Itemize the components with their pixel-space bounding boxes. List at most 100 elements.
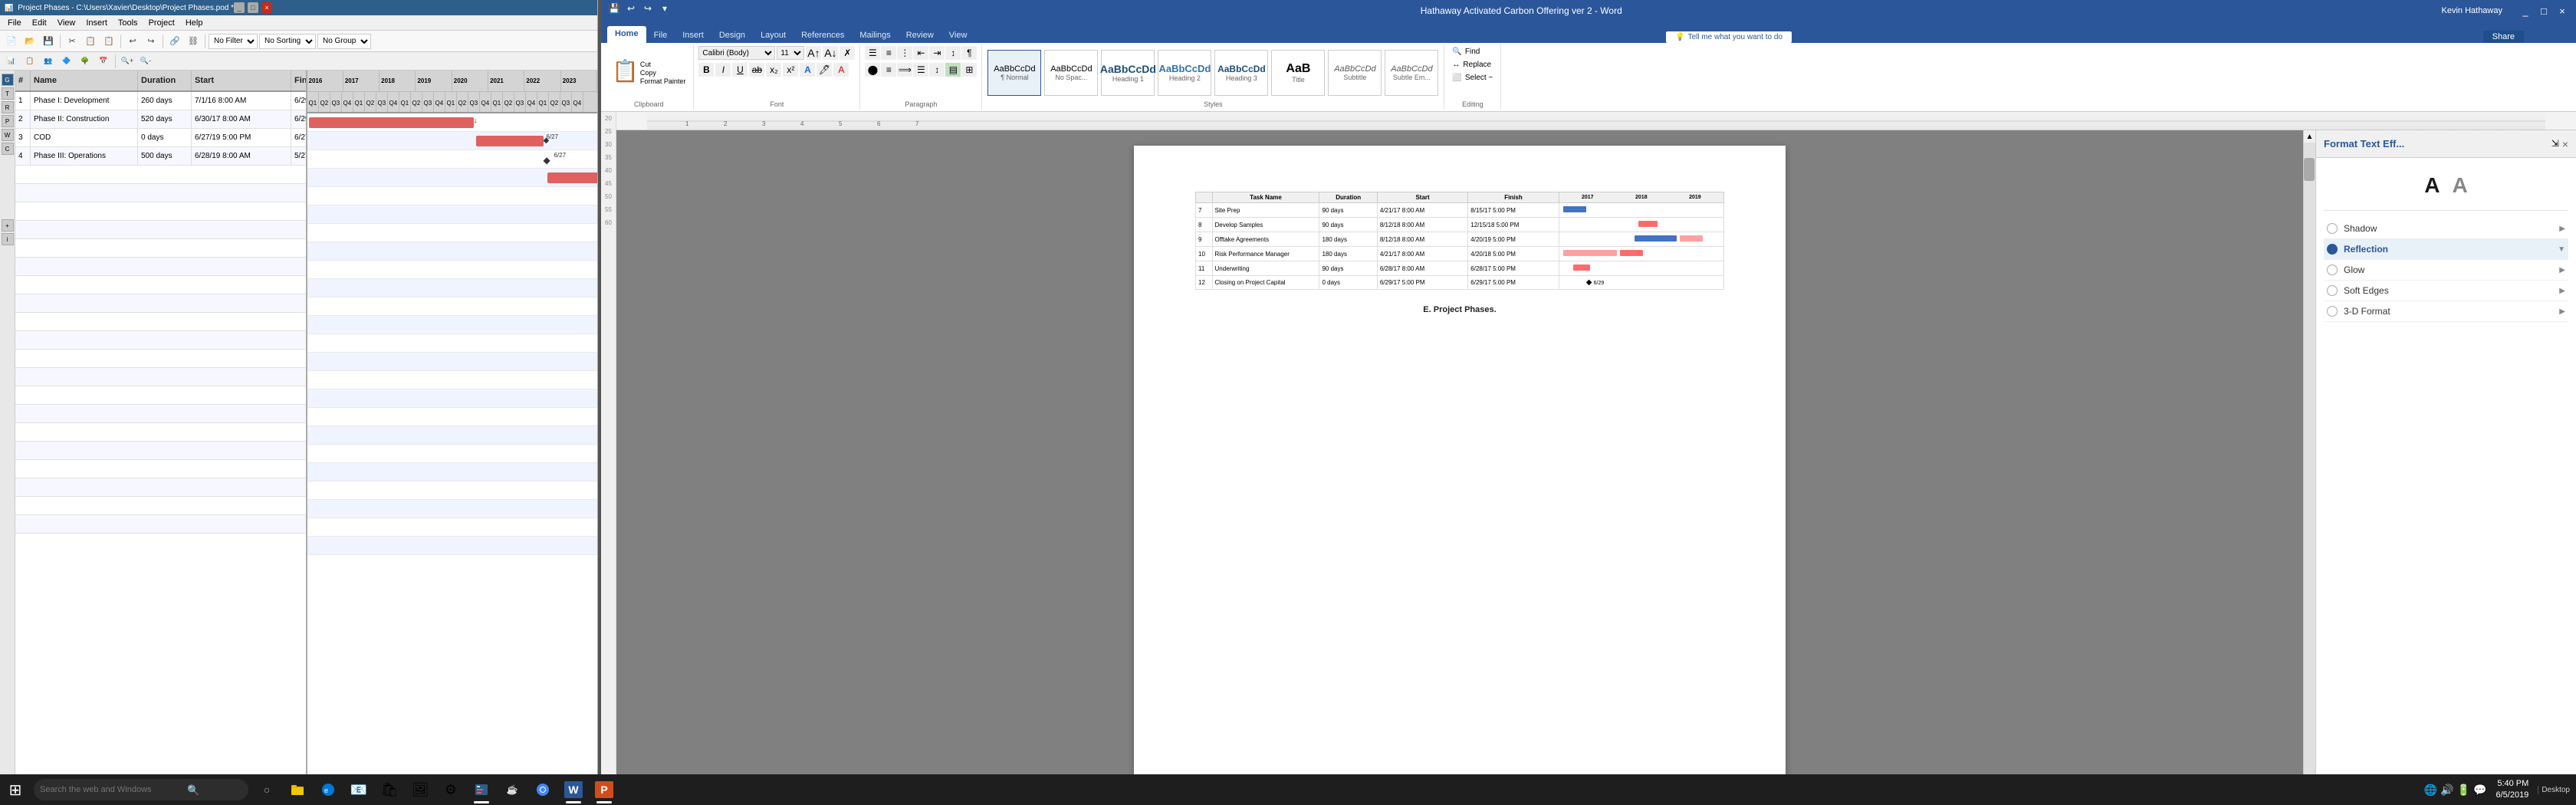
scroll-up-btn[interactable]: ▲ [2304, 130, 2315, 143]
sidebar-gantt-icon[interactable]: G [2, 74, 14, 86]
scroll-thumb[interactable] [2304, 158, 2315, 181]
taskbar-java[interactable]: ☕ [497, 774, 527, 805]
menu-tools[interactable]: Tools [113, 17, 143, 29]
undo-btn[interactable]: ↩ [124, 33, 141, 50]
taskbar-edge[interactable]: e [313, 774, 343, 805]
taskbar-openproj[interactable] [466, 774, 497, 805]
zoom-out-btn[interactable]: 🔍- [137, 53, 154, 70]
tell-me-box[interactable]: 💡 Tell me what you want to do [1666, 31, 1792, 43]
word-page-area[interactable]: Task Name Duration Start Finish 20172018… [616, 130, 2303, 790]
menu-view[interactable]: View [53, 17, 80, 29]
gantt-bar-1[interactable] [309, 117, 474, 128]
table-row[interactable]: 2 Phase II: Construction 520 days 6/30/1… [15, 110, 306, 129]
numbering-btn[interactable]: ≡ [881, 46, 896, 60]
view-task-btn[interactable]: 📋 [21, 53, 38, 70]
panel-divider[interactable] [598, 0, 601, 805]
gantt-bar-4[interactable] [547, 172, 598, 183]
view-pert-btn[interactable]: 🔷 [58, 53, 75, 70]
shrink-font-btn[interactable]: A↓ [823, 46, 838, 60]
copy-btn[interactable]: 📋 [82, 33, 99, 50]
shadow-expand-icon[interactable]: ▶ [2559, 225, 2565, 233]
menu-file[interactable]: File [3, 17, 26, 29]
tab-view[interactable]: View [941, 28, 975, 43]
qa-undo-btn[interactable]: ↩ [624, 2, 638, 15]
fte-close-btn[interactable]: × [2562, 138, 2568, 150]
sidebar-pert-icon[interactable]: P [2, 115, 14, 127]
taskbar-photos[interactable]: 🖼 [405, 774, 435, 805]
align-center-btn[interactable]: ≡ [881, 63, 896, 77]
sidebar-cal-icon[interactable]: C [2, 143, 14, 155]
copy-btn[interactable]: Copy [640, 69, 686, 77]
sidebar-info-icon[interactable]: i [2, 233, 14, 245]
fte-option-reflection[interactable]: Reflection ▼ [2324, 239, 2568, 260]
replace-button[interactable]: ↔ Replace [1449, 59, 1494, 71]
tab-home[interactable]: Home [607, 26, 646, 43]
taskbar-mail[interactable]: 📧 [343, 774, 374, 805]
shading-btn[interactable]: ▤ [945, 63, 961, 77]
increase-indent-btn[interactable]: ⇥ [929, 46, 945, 60]
maximize-btn[interactable]: □ [248, 2, 258, 13]
close-btn[interactable]: × [261, 2, 272, 13]
sort-btn[interactable]: ↕ [945, 46, 961, 60]
tray-network[interactable]: 🌐 [2424, 784, 2437, 797]
taskbar-settings[interactable]: ⚙ [435, 774, 466, 805]
fte-option-3d-format[interactable]: 3-D Format ▶ [2324, 301, 2568, 322]
3d-expand-icon[interactable]: ▶ [2559, 307, 2565, 316]
table-row[interactable]: 3 COD 0 days 6/27/19 5:00 PM 6/27/19 5:0… [15, 129, 306, 147]
tray-action-center[interactable]: 💬 [2473, 784, 2486, 797]
tray-battery[interactable]: 🔋 [2457, 784, 2470, 797]
subscript-btn[interactable]: x₂ [766, 63, 781, 77]
justify-btn[interactable]: ☰ [913, 63, 928, 77]
font-size-select[interactable]: 11 [777, 46, 804, 60]
tab-review[interactable]: Review [899, 28, 941, 43]
word-vscrollbar[interactable]: ▲ ▼ [2303, 130, 2315, 790]
table-row[interactable]: 4 Phase III: Operations 500 days 6/28/19… [15, 147, 306, 166]
bold-btn[interactable]: B [698, 63, 714, 77]
taskbar-cortana[interactable]: ○ [251, 774, 282, 805]
multilevel-list-btn[interactable]: ⋮ [897, 46, 912, 60]
clear-format-btn[interactable]: ✗ [840, 46, 855, 60]
text-effect-btn[interactable]: A [800, 63, 815, 77]
fte-option-shadow[interactable]: Shadow ▶ [2324, 219, 2568, 239]
tray-volume[interactable]: 🔊 [2440, 784, 2453, 797]
view-resource-btn[interactable]: 👥 [40, 53, 57, 70]
sorting-select[interactable]: No Sorting [259, 34, 316, 49]
word-minimize-btn[interactable]: _ [2518, 3, 2533, 18]
italic-btn[interactable]: I [715, 63, 731, 77]
share-button[interactable]: Share [2483, 31, 2524, 43]
unlink-btn[interactable]: ⛓ [185, 33, 202, 50]
style-no-spacing[interactable]: AaBbCcDd No Spac... [1044, 50, 1098, 96]
taskbar-search[interactable] [34, 779, 248, 800]
format-painter-btn[interactable]: Format Painter [640, 77, 686, 85]
cut-btn[interactable]: ✂ [64, 33, 80, 50]
show-desktop-btn[interactable]: Desktop [2538, 786, 2570, 794]
sidebar-res-icon[interactable]: R [2, 101, 14, 113]
style-subtle-em[interactable]: AaBbCcDd Subtle Em... [1385, 50, 1438, 96]
taskbar-store[interactable]: 🛍 [374, 774, 405, 805]
tab-mailings[interactable]: Mailings [852, 28, 898, 43]
grow-font-btn[interactable]: A↑ [806, 46, 821, 60]
fte-option-soft-edges[interactable]: Soft Edges ▶ [2324, 281, 2568, 301]
redo-btn[interactable]: ↪ [143, 33, 159, 50]
font-name-select[interactable]: Calibri (Body) [698, 46, 775, 60]
style-h2[interactable]: AaBbCcDd Heading 2 [1158, 50, 1211, 96]
find-button[interactable]: 🔍 Find [1449, 46, 1483, 58]
decrease-indent-btn[interactable]: ⇤ [913, 46, 928, 60]
menu-edit[interactable]: Edit [28, 17, 51, 29]
link-btn[interactable]: 🔗 [166, 33, 183, 50]
word-maximize-btn[interactable]: □ [2536, 3, 2551, 18]
show-para-btn[interactable]: ¶ [961, 46, 977, 60]
underline-btn[interactable]: U [732, 63, 748, 77]
font-color-btn[interactable]: A [833, 63, 849, 77]
superscript-btn[interactable]: x² [783, 63, 798, 77]
highlight-btn[interactable]: 🖊 [816, 63, 832, 77]
reflection-expand-icon[interactable]: ▼ [2558, 245, 2565, 254]
style-normal[interactable]: AaBbCcDd ¶ Normal [987, 50, 1041, 96]
bullets-btn[interactable]: ☰ [865, 46, 880, 60]
glow-expand-icon[interactable]: ▶ [2559, 266, 2565, 274]
minimize-btn[interactable]: _ [234, 2, 245, 13]
new-btn[interactable]: 📄 [3, 33, 20, 50]
align-left-btn[interactable]: ⬤ [865, 63, 880, 77]
table-row[interactable]: 1 Phase I: Development 260 days 7/1/16 8… [15, 92, 306, 110]
qa-save-btn[interactable]: 💾 [607, 2, 621, 15]
